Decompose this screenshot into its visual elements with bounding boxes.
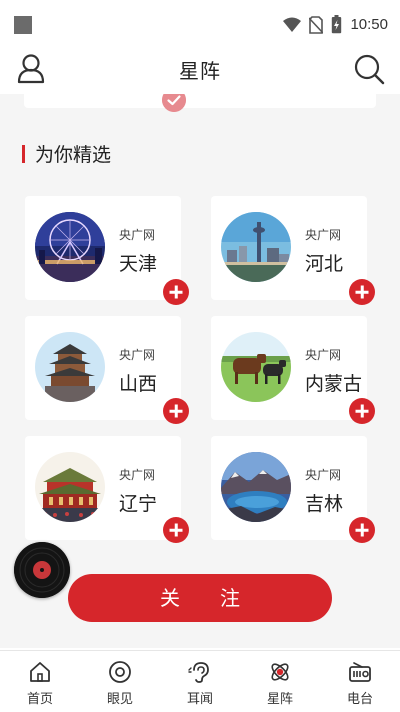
nav-label: 首页 bbox=[26, 692, 53, 707]
battery-icon bbox=[332, 15, 342, 34]
previous-card-bottom bbox=[24, 94, 376, 108]
add-icon[interactable] bbox=[349, 517, 375, 543]
card-name: 河北 bbox=[305, 253, 344, 275]
province-card-hebei[interactable]: 央广网 河北 bbox=[211, 196, 367, 300]
search-icon[interactable] bbox=[352, 52, 386, 86]
hebei-image bbox=[221, 212, 291, 282]
card-source: 央广网 bbox=[305, 468, 342, 482]
add-icon[interactable] bbox=[163, 279, 189, 305]
card-source: 央广网 bbox=[305, 348, 342, 362]
card-name: 天津 bbox=[119, 253, 158, 275]
section-title: 为你精选 bbox=[35, 144, 112, 166]
shanxi-image bbox=[35, 332, 105, 402]
card-name: 山西 bbox=[119, 373, 158, 395]
bottom-nav: 首页 眼见 耳闻 星阵 电台 bbox=[0, 650, 400, 712]
province-card-liaoning[interactable]: 央广网 辽宁 bbox=[25, 436, 181, 540]
inner-mongolia-image bbox=[221, 332, 291, 402]
nav-label: 电台 bbox=[346, 692, 373, 707]
nav-item-ear[interactable]: 耳闻 bbox=[160, 651, 240, 712]
province-card-shanxi[interactable]: 央广网 山西 bbox=[25, 316, 181, 420]
nav-item-star-array[interactable]: 星阵 bbox=[240, 651, 320, 712]
add-icon[interactable] bbox=[163, 398, 189, 424]
nav-label: 耳闻 bbox=[186, 692, 213, 707]
follow-button[interactable]: 关注 bbox=[68, 574, 332, 622]
page-title: 星阵 bbox=[179, 59, 221, 83]
card-name: 吉林 bbox=[305, 493, 344, 515]
star-array-icon bbox=[271, 663, 289, 681]
province-card-inner-mongolia[interactable]: 央广网 内蒙古 bbox=[211, 316, 367, 420]
nav-item-radio[interactable]: 电台 bbox=[320, 651, 400, 712]
nav-label: 星阵 bbox=[266, 692, 293, 707]
radio-icon bbox=[349, 662, 371, 682]
card-name: 辽宁 bbox=[119, 493, 158, 515]
card-source: 央广网 bbox=[119, 348, 156, 362]
wifi-icon bbox=[283, 17, 302, 32]
app-header: 星阵 bbox=[0, 50, 400, 90]
notification-icon bbox=[14, 16, 32, 34]
ear-icon bbox=[188, 662, 209, 683]
status-bar: 10:50 bbox=[0, 0, 400, 50]
add-icon[interactable] bbox=[349, 398, 375, 424]
section-accent-bar bbox=[22, 144, 25, 163]
nav-item-home[interactable]: 首页 bbox=[0, 651, 80, 712]
card-source: 央广网 bbox=[119, 228, 156, 242]
card-source: 央广网 bbox=[119, 468, 156, 482]
card-source: 央广网 bbox=[305, 228, 342, 242]
status-icons: 10:50 bbox=[283, 15, 388, 34]
jilin-image bbox=[221, 452, 291, 522]
eye-icon bbox=[109, 661, 131, 683]
section-header: 为你精选 bbox=[22, 140, 111, 167]
liaoning-image bbox=[35, 452, 105, 522]
clock: 10:50 bbox=[350, 16, 388, 33]
home-icon bbox=[30, 662, 50, 682]
province-card-jilin[interactable]: 央广网 吉林 bbox=[211, 436, 367, 540]
no-sim-icon bbox=[309, 15, 324, 34]
card-name: 内蒙古 bbox=[305, 373, 363, 395]
vinyl-record-icon[interactable] bbox=[14, 542, 70, 598]
nav-label: 眼见 bbox=[106, 692, 133, 707]
add-icon[interactable] bbox=[349, 279, 375, 305]
check-icon[interactable] bbox=[162, 94, 186, 112]
province-card-tianjin[interactable]: 央广网 天津 bbox=[25, 196, 181, 300]
tianjin-image bbox=[35, 212, 105, 282]
add-icon[interactable] bbox=[163, 517, 189, 543]
nav-item-eye[interactable]: 眼见 bbox=[80, 651, 160, 712]
